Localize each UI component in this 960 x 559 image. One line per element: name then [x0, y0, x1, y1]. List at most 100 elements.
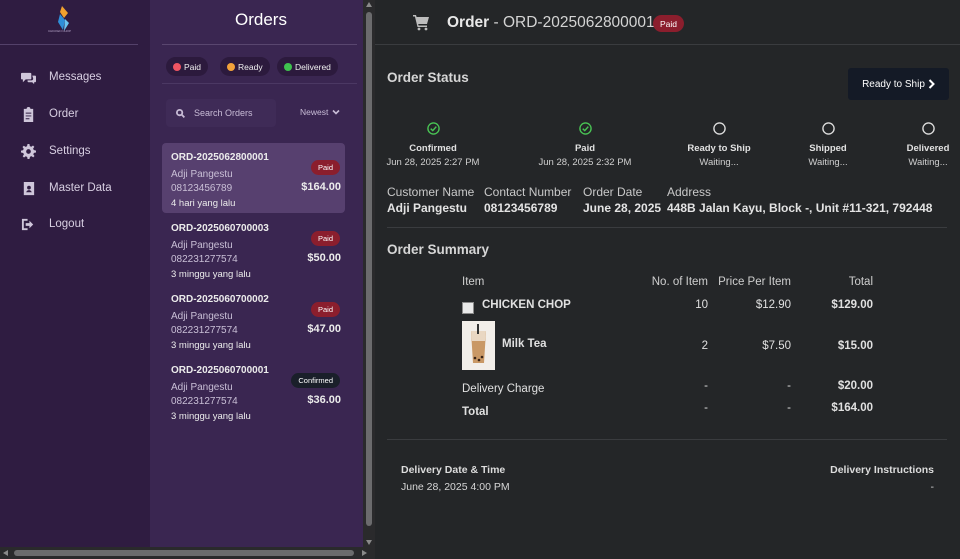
step-label: Paid [574, 143, 596, 154]
status-badge: Paid [653, 15, 685, 32]
chevron-right-icon [928, 79, 935, 89]
order-time-ago: 4 hari yang lalu [171, 198, 236, 209]
page-title: Order - ORD-2025062800001 [447, 14, 655, 32]
address-book-icon [20, 180, 36, 196]
sidebar-item-label: Settings [49, 145, 91, 157]
scroll-down-icon[interactable] [366, 540, 372, 545]
sidebar-divider [0, 44, 138, 45]
logout-icon [20, 216, 36, 232]
order-time-ago: 3 minggu yang lalu [171, 340, 251, 351]
paid-dot-icon [173, 62, 181, 71]
order-customer-name: Adji Pangestu [171, 240, 233, 251]
order-id: ORD-2025060700002 [171, 294, 269, 305]
order-phone: 08123456789 [171, 183, 233, 194]
sidebar: CHICKEN CHOP Messages Order Settings Mas… [0, 0, 150, 547]
delivered-dot-icon [284, 62, 292, 71]
step-time: Waiting... [699, 157, 739, 168]
item-qty: 2 [701, 340, 708, 352]
filter-ready-chip[interactable]: Ready [220, 57, 270, 76]
step-time: Waiting... [808, 157, 848, 168]
filter-delivered-chip[interactable]: Delivered [277, 57, 338, 76]
grand-total-label: Total [462, 406, 489, 418]
ready-to-ship-label: Ready to Ship [862, 78, 925, 90]
item-total: $15.00 [837, 340, 873, 352]
search-icon [176, 108, 185, 118]
customer-name-label: Customer Name [387, 185, 475, 199]
filter-paid-chip[interactable]: Paid [166, 57, 209, 76]
col-header-item: Item [462, 276, 485, 288]
clipboard-icon [20, 106, 36, 122]
sidebar-item-label: Logout [49, 218, 85, 230]
order-card[interactable]: ORD-2025060700001 Adji Pangestu 08223127… [162, 356, 345, 426]
sidebar-item-label: Messages [49, 71, 102, 83]
app-window: CHICKEN CHOP Messages Order Settings Mas… [0, 0, 960, 559]
messages-icon [20, 69, 36, 85]
vertical-scrollbar[interactable] [363, 0, 375, 547]
scroll-up-icon[interactable] [366, 2, 372, 7]
contact-number-value: 08123456789 [484, 201, 558, 215]
delivery-datetime-value: June 28, 2025 4:00 PM [401, 481, 510, 493]
delivery-charge-total: $20.00 [837, 380, 873, 392]
step-label: Shipped [809, 143, 847, 154]
col-header-total: Total [848, 276, 873, 288]
sort-select[interactable]: Newest [300, 107, 340, 117]
scroll-left-icon[interactable] [3, 550, 8, 556]
search-orders-input[interactable]: Search Orders [166, 99, 276, 127]
order-card[interactable]: ORD-2025062800001 Adji Pangestu 08123456… [162, 143, 345, 213]
order-date-label: Order Date [583, 185, 643, 199]
address-label: Address [667, 185, 712, 199]
status-step-shipped: Shipped Waiting... [773, 122, 883, 168]
filter-label: Delivered [295, 61, 331, 72]
order-date-value: June 28, 2025 [583, 201, 662, 215]
chevron-down-icon [332, 109, 340, 115]
item-price: $7.50 [762, 340, 791, 352]
sidebar-item-label: Order [49, 108, 79, 120]
gear-icon [20, 143, 36, 159]
address-value: 448B Jalan Kayu, Block -, Unit #11-321, … [667, 201, 933, 215]
order-id: ORD-2025062800001 [171, 152, 269, 163]
customer-name-value: Adji Pangestu [387, 201, 468, 215]
col-header-qty: No. of Item [651, 276, 708, 288]
sort-label: Newest [300, 107, 329, 117]
step-time: Waiting... [908, 157, 948, 168]
grand-total-value: $164.00 [831, 402, 873, 414]
order-amount: $47.00 [307, 323, 341, 335]
scrollbar-thumb[interactable] [14, 550, 354, 556]
horizontal-scrollbar[interactable] [0, 547, 375, 559]
sidebar-item-messages[interactable]: Messages [20, 67, 101, 87]
milk-tea-image [462, 321, 495, 370]
delivery-charge-label: Delivery Charge [462, 383, 545, 395]
delivery-charge-qty: - [704, 380, 708, 392]
order-phone: 082231277574 [171, 325, 238, 336]
status-badge: Paid [310, 231, 340, 246]
step-label: Delivered [906, 143, 950, 154]
scroll-right-icon[interactable] [362, 550, 367, 556]
order-id: ORD-2025060700001 [171, 365, 269, 376]
delivery-instructions-value: - [930, 481, 935, 493]
chicken-chop-image-broken-icon [462, 302, 474, 314]
orders-title: Orders [235, 10, 287, 29]
sidebar-item-master-data[interactable]: Master Data [20, 178, 112, 198]
delivery-datetime-label: Delivery Date & Time [401, 464, 506, 476]
sidebar-item-order[interactable]: Order [20, 104, 78, 124]
grand-total-qty: - [704, 402, 708, 414]
status-badge: Paid [310, 160, 340, 175]
order-card[interactable]: ORD-2025060700002 Adji Pangestu 08223127… [162, 285, 345, 355]
item-name: CHICKEN CHOP [482, 299, 571, 311]
ready-dot-icon [227, 62, 235, 71]
item-total: $129.00 [831, 299, 873, 311]
sidebar-item-logout[interactable]: Logout [20, 214, 84, 234]
order-card[interactable]: ORD-2025060700003 Adji Pangestu 08223127… [162, 214, 345, 284]
order-amount: $50.00 [307, 252, 341, 264]
ready-to-ship-button[interactable]: Ready to Ship [848, 68, 949, 100]
col-header-price: Price Per Item [718, 276, 791, 288]
order-phone: 082231277574 [171, 254, 238, 265]
order-amount: $164.00 [301, 181, 341, 193]
order-time-ago: 3 minggu yang lalu [171, 411, 251, 422]
page-title-prefix: Order [447, 14, 490, 31]
scrollbar-thumb[interactable] [366, 12, 372, 526]
sidebar-item-settings[interactable]: Settings [20, 141, 91, 161]
order-customer-name: Adji Pangestu [171, 382, 233, 393]
order-status-title: Order Status [387, 70, 469, 85]
order-time-ago: 3 minggu yang lalu [171, 269, 251, 280]
